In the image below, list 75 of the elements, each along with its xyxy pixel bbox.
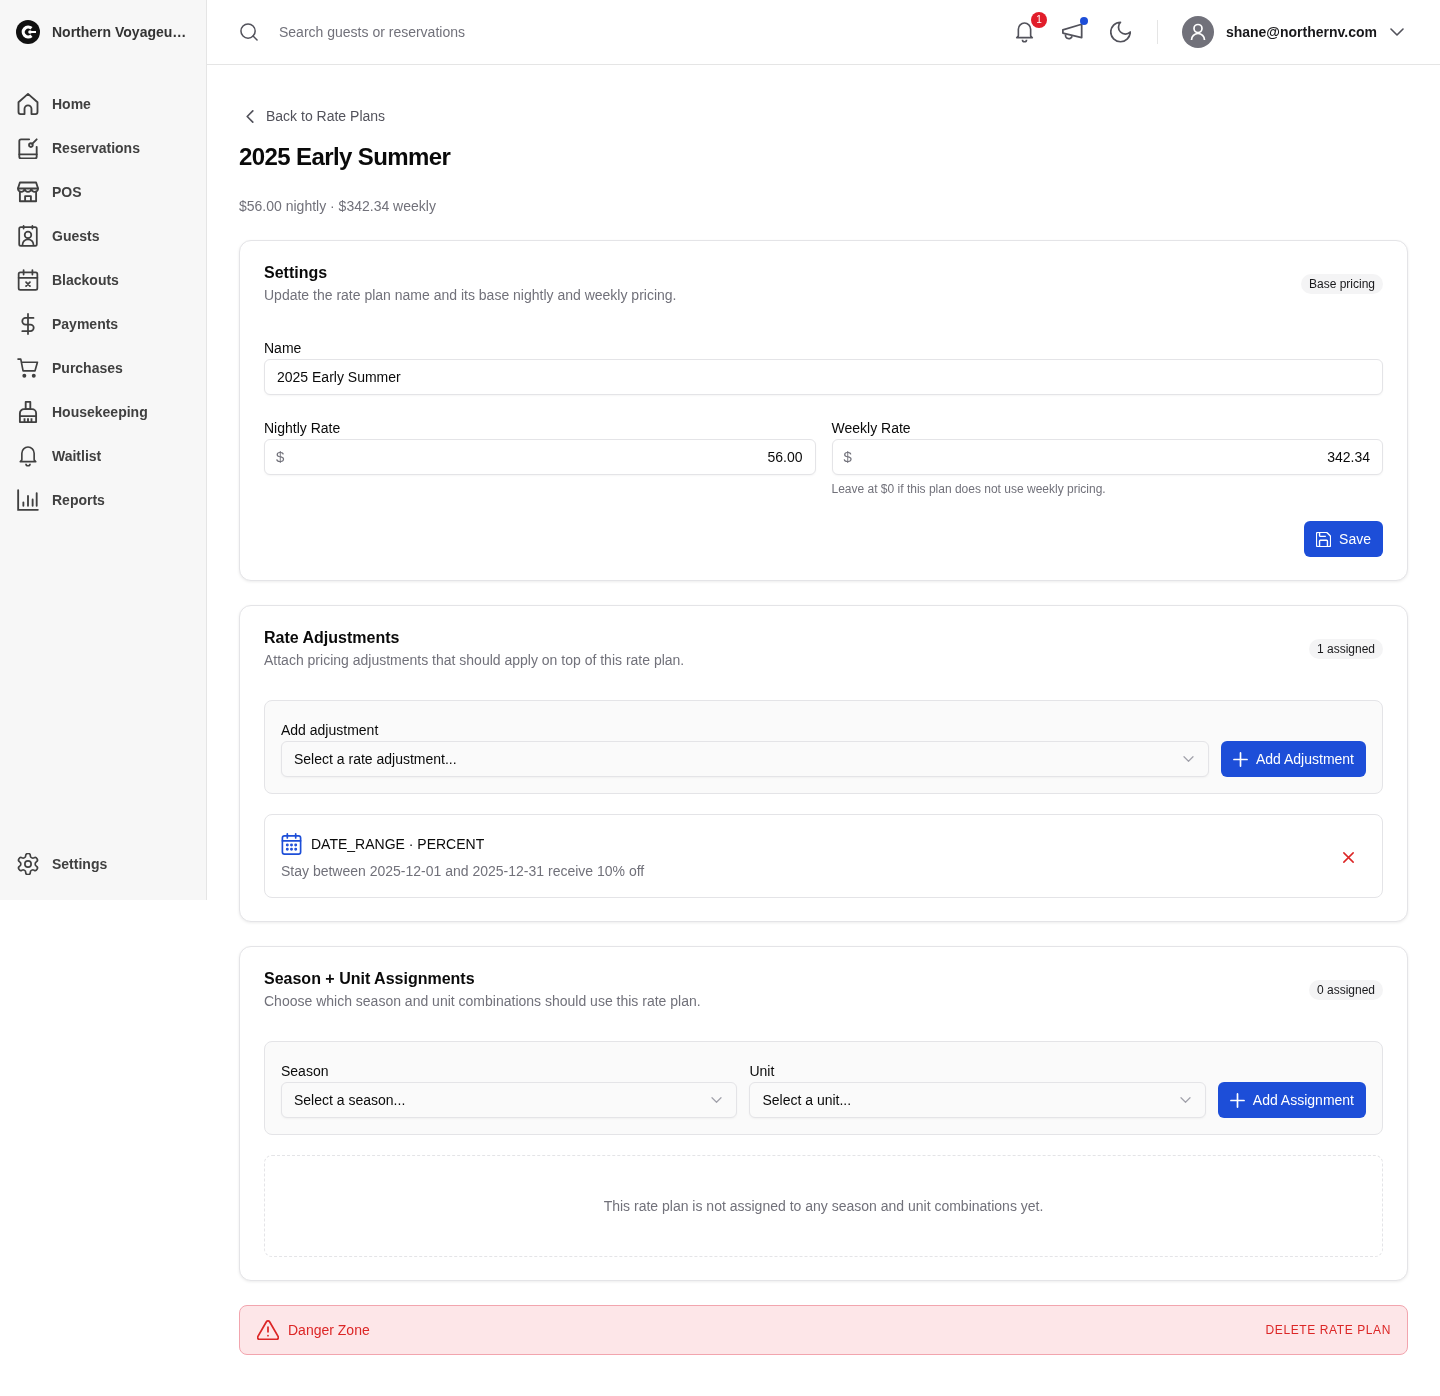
card-description: Attach pricing adjustments that should apply on top of this rate plan. bbox=[264, 651, 685, 670]
unit-select[interactable]: Select a unit... bbox=[749, 1082, 1206, 1118]
sidebar-item[interactable]: Waitlist bbox=[0, 434, 198, 478]
sidebar-item[interactable]: Home bbox=[0, 82, 198, 126]
back-link[interactable]: Back to Rate Plans bbox=[246, 106, 386, 126]
bell-icon bbox=[17, 445, 39, 467]
page-title: 2025 Early Summer bbox=[239, 142, 452, 172]
adjustment-select[interactable]: Select a rate adjustment... bbox=[281, 741, 1209, 777]
search-field[interactable]: Search guests or reservations bbox=[279, 24, 579, 40]
chevron-left-icon bbox=[246, 109, 254, 123]
danger-zone-title: Danger Zone bbox=[288, 1322, 370, 1338]
adjustment-description: Stay between 2025-12-01 and 2025-12-31 receive 10% off bbox=[281, 862, 645, 881]
card-title: Season + Unit Assignments bbox=[264, 969, 476, 989]
chevron-down-icon bbox=[1179, 1097, 1191, 1103]
close-icon[interactable] bbox=[1343, 851, 1354, 863]
currency-prefix: $ bbox=[276, 448, 285, 466]
notification-count-badge: 1 bbox=[1030, 12, 1047, 28]
chevron-down-icon bbox=[1182, 756, 1194, 762]
field-label: Season bbox=[281, 1062, 330, 1081]
brush-icon bbox=[17, 401, 39, 423]
chevron-down-icon bbox=[1390, 28, 1404, 36]
search-icon bbox=[240, 23, 258, 41]
warning-icon bbox=[257, 1320, 279, 1340]
storefront-icon bbox=[17, 181, 39, 203]
empty-state-message: This rate plan is not assigned to any season and unit combinations yet. bbox=[264, 1155, 1383, 1257]
season-select[interactable]: Select a season... bbox=[281, 1082, 738, 1118]
card-description: Update the rate plan name and its base nightly and weekly pricing. bbox=[264, 286, 677, 305]
delete-rate-plan-button[interactable]: DELETE RATE PLAN bbox=[1265, 1323, 1391, 1337]
account-menu-button[interactable]: shane@northernv.com bbox=[1181, 16, 1404, 48]
save-icon bbox=[1316, 531, 1332, 547]
chevron-down-icon bbox=[711, 1097, 723, 1103]
field-label: Unit bbox=[749, 1062, 776, 1081]
currency-prefix: $ bbox=[843, 448, 852, 466]
sidebar-item[interactable]: Payments bbox=[0, 302, 198, 346]
card-title: Settings bbox=[264, 263, 329, 283]
card-title: Rate Adjustments bbox=[264, 628, 401, 648]
sidebar-item[interactable]: POS bbox=[0, 170, 198, 214]
sidebar-item[interactable]: Reservations bbox=[0, 126, 198, 170]
sidebar-item[interactable]: Settings bbox=[0, 842, 198, 886]
card-description: Choose which season and unit combinations should use this rate plan. bbox=[264, 992, 701, 1011]
card-badge: 1 assigned bbox=[1308, 639, 1383, 659]
logo-icon bbox=[16, 20, 40, 44]
sidebar-item[interactable]: Reports bbox=[0, 478, 198, 522]
megaphone-icon[interactable] bbox=[1061, 21, 1083, 43]
sidebar-item[interactable]: Housekeeping bbox=[0, 390, 198, 434]
sidebar-item[interactable]: Blackouts bbox=[0, 258, 198, 302]
sidebar-item[interactable]: Guests bbox=[0, 214, 198, 258]
sidebar-item[interactable]: Purchases bbox=[0, 346, 198, 390]
notebook-icon bbox=[17, 137, 39, 159]
save-button[interactable]: Save bbox=[1304, 521, 1383, 557]
avatar-icon bbox=[1181, 16, 1214, 48]
card-badge: Base pricing bbox=[1300, 274, 1383, 294]
bar-chart-icon bbox=[17, 489, 39, 511]
field-label: Nightly Rate bbox=[264, 420, 342, 436]
bell-icon[interactable] bbox=[1013, 21, 1035, 43]
help-text: Leave at $0 if this plan does not use weekly pricing. bbox=[831, 481, 1107, 497]
cart-icon bbox=[17, 357, 39, 379]
moon-icon[interactable] bbox=[1109, 21, 1131, 43]
card-badge: 0 assigned bbox=[1308, 980, 1383, 1000]
field-label: Name bbox=[264, 340, 303, 356]
calendar-icon bbox=[281, 833, 302, 855]
plus-icon bbox=[1229, 1092, 1245, 1108]
settings-icon bbox=[17, 853, 39, 875]
brand-name: Northern Voyageu… bbox=[52, 24, 187, 40]
calendar-x-icon bbox=[17, 269, 39, 291]
rate-summary: $56.00 nightly · $342.34 weekly bbox=[239, 197, 437, 216]
contact-card-icon bbox=[17, 225, 39, 247]
name-field[interactable]: 2025 Early Summer bbox=[264, 359, 1383, 395]
house-icon bbox=[17, 93, 39, 115]
field-label: Weekly Rate bbox=[831, 420, 912, 436]
add-assignment-button[interactable]: Add Assignment bbox=[1217, 1082, 1366, 1118]
add-adjustment-button[interactable]: Add Adjustment bbox=[1220, 741, 1366, 777]
plus-icon bbox=[1232, 751, 1248, 767]
adjustment-title: DATE_RANGE · PERCENT bbox=[311, 835, 485, 854]
field-label: Add adjustment bbox=[281, 721, 380, 740]
